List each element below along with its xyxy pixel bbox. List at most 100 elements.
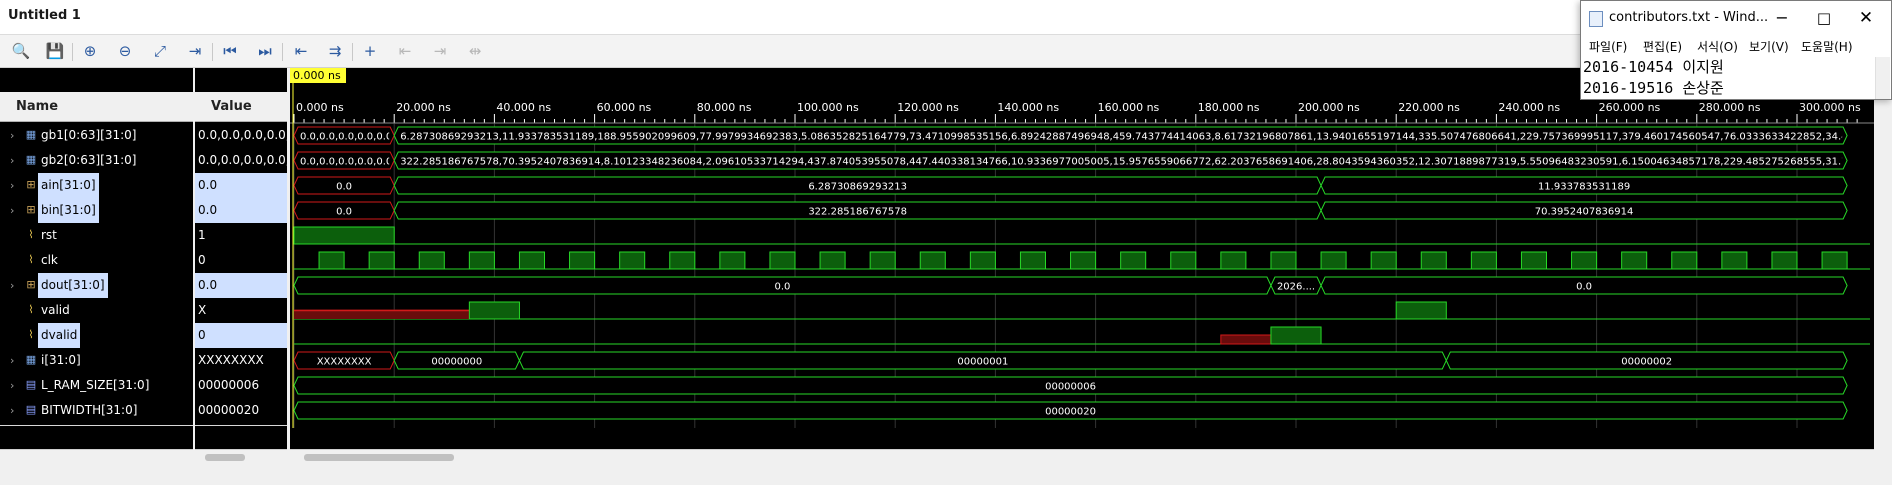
chevron-right-icon[interactable]: › — [10, 173, 14, 198]
value-row[interactable]: 0.0,0.0,0.0,0.0,0.0,0.0,0 — [195, 148, 287, 173]
notepad-menu-item[interactable]: 보기(V) — [1749, 38, 1789, 55]
wave-scroll-thumb[interactable] — [304, 454, 454, 461]
zoom-in-icon: ⊕ — [83, 42, 97, 60]
signal-name[interactable]: i[31:0] — [41, 348, 81, 373]
clock-high-pulse — [719, 251, 746, 270]
previous-transition-button[interactable]: ⇤ — [288, 39, 314, 63]
signal-row-bitwidth-31-0[interactable]: › ▤ BITWIDTH[31:0] — [0, 398, 193, 423]
signal-name[interactable]: BITWIDTH[31:0] — [41, 398, 137, 423]
go-to-time-zero-button[interactable]: ⏮ — [217, 39, 243, 63]
save-button[interactable]: 💾 — [42, 39, 68, 63]
values-scroll-thumb[interactable] — [205, 454, 245, 461]
clock-high-pulse — [919, 251, 946, 270]
chevron-right-icon[interactable]: › — [10, 123, 14, 148]
swap-cursors-button[interactable]: ⇹ — [462, 39, 488, 63]
chevron-right-icon[interactable]: › — [10, 348, 14, 373]
bit-high-pulse — [293, 226, 395, 245]
value-row[interactable]: XXXXXXXX — [195, 348, 287, 373]
value-row[interactable]: 00000006 — [195, 373, 287, 398]
bus-value-label: 2026.... — [1277, 282, 1315, 293]
values-horizontal-scrollbar[interactable] — [195, 449, 287, 466]
signal-row-i-31-0[interactable]: › ▦ i[31:0] — [0, 348, 193, 373]
cursor-time-label: 0.000 ns — [293, 69, 341, 82]
notepad-text-area[interactable]: 2016-10454 이지원 2016-19516 손상준 — [1583, 57, 1869, 99]
value-row[interactable]: 0.0 — [195, 198, 287, 223]
value-row[interactable]: 0.0 — [195, 173, 287, 198]
notepad-menu-item[interactable]: 서식(O) — [1697, 38, 1738, 55]
go-to-last-time-button[interactable]: ⏭ — [252, 39, 278, 63]
signal-value: 0.0 — [195, 198, 287, 223]
signal-name[interactable]: gb1[0:63][31:0] — [41, 123, 137, 148]
maximize-icon[interactable]: □ — [1809, 5, 1839, 31]
signal-name[interactable]: dout[31:0] — [38, 273, 108, 298]
signal-row-valid[interactable]: ⌇ valid — [0, 298, 193, 323]
notepad-vertical-scrollbar[interactable] — [1875, 57, 1890, 99]
signal-row-dvalid[interactable]: ⌇ dvalid — [0, 323, 193, 348]
bus-value-label: 70.3952407836914 — [1535, 207, 1634, 218]
signal-row-dout-31-0[interactable]: › ⊞ dout[31:0] — [0, 273, 193, 298]
value-row[interactable]: 1 — [195, 223, 287, 248]
value-row[interactable]: 0 — [195, 323, 287, 348]
signal-bit-icon: ⌇ — [28, 253, 34, 266]
minimize-icon[interactable]: − — [1767, 5, 1797, 31]
wave-horizontal-scrollbar[interactable] — [290, 449, 1874, 466]
array-bus-icon: ▦ — [25, 153, 37, 166]
next-marker-button[interactable]: ⇥ — [427, 39, 453, 63]
chevron-right-icon[interactable]: › — [10, 398, 14, 423]
window-title: Untitled 1 — [8, 8, 81, 23]
signal-name[interactable]: dvalid — [38, 323, 81, 348]
time-tick-label: 160.000 ns — [1098, 101, 1160, 114]
name-column-header[interactable]: Name — [0, 92, 193, 122]
close-icon[interactable]: ✕ — [1851, 5, 1881, 31]
notepad-title-bar[interactable]: contributors.txt - Wind... − □ ✕ — [1581, 1, 1891, 35]
clock-high-pulse — [1821, 251, 1848, 270]
value-column-header[interactable]: Value — [195, 92, 287, 122]
clock-high-pulse — [1571, 251, 1598, 270]
names-horizontal-scrollbar[interactable] — [0, 449, 193, 466]
notepad-menu-item[interactable]: 편집(E) — [1643, 38, 1682, 55]
port-bus-icon: ⊞ — [26, 203, 36, 216]
signal-row-bin-31-0[interactable]: › ⊞ bin[31:0] — [0, 198, 193, 223]
signal-row-gb2-0-63-31-0[interactable]: › ▦ gb2[0:63][31:0] — [0, 148, 193, 173]
waveform-panel[interactable]: 0.000 ns 0.000 ns 20.000 ns 40.000 ns 60.000… — [290, 68, 1874, 466]
chevron-right-icon[interactable]: › — [10, 148, 14, 173]
value-row[interactable]: 00000020 — [195, 398, 287, 423]
signal-name[interactable]: valid — [41, 298, 70, 323]
chevron-right-icon[interactable]: › — [10, 198, 14, 223]
signal-row-clk[interactable]: ⌇ clk — [0, 248, 193, 273]
previous-marker-button[interactable]: ⇤ — [392, 39, 418, 63]
signal-name[interactable]: ain[31:0] — [38, 173, 99, 198]
signal-name[interactable]: L_RAM_SIZE[31:0] — [41, 373, 149, 398]
bus-value-label: 6.28730869293213 — [808, 182, 907, 193]
signal-name[interactable]: rst — [41, 223, 57, 248]
notepad-menu-item[interactable]: 파일(F) — [1589, 38, 1627, 55]
signal-row-rst[interactable]: ⌇ rst — [0, 223, 193, 248]
signal-row-l-ram-size-31-0[interactable]: › ▤ L_RAM_SIZE[31:0] — [0, 373, 193, 398]
chevron-right-icon[interactable]: › — [10, 273, 14, 298]
value-row[interactable]: 0.0 — [195, 273, 287, 298]
value-row[interactable]: 0.0,0.0,0.0,0.0,0.0,0.0,0 — [195, 123, 287, 148]
value-row[interactable]: X — [195, 298, 287, 323]
zoom-out-button[interactable]: ⊖ — [112, 39, 138, 63]
notepad-window[interactable]: contributors.txt - Wind... − □ ✕ 파일(F) 편집… — [1580, 0, 1892, 100]
waveform-canvas[interactable]: 0.000 ns 0.000 ns 20.000 ns 40.000 ns 60.000… — [290, 68, 1874, 465]
signal-name[interactable]: bin[31:0] — [38, 198, 99, 223]
signal-row-ain-31-0[interactable]: › ⊞ ain[31:0] — [0, 173, 193, 198]
value-row[interactable]: 0 — [195, 248, 287, 273]
port-bus-icon: ⊞ — [26, 278, 36, 291]
notepad-menu-item[interactable]: 도움말(H) — [1801, 38, 1853, 55]
clock-high-pulse — [769, 251, 796, 270]
clock-high-pulse — [1220, 251, 1247, 270]
signal-name[interactable]: clk — [41, 248, 58, 273]
save-icon: 💾 — [45, 42, 65, 60]
search-button[interactable]: 🔍 — [8, 39, 34, 63]
go-to-cursor-button[interactable]: ⇥ — [182, 39, 208, 63]
zoom-in-button[interactable]: ⊕ — [77, 39, 103, 63]
signal-name[interactable]: gb2[0:63][31:0] — [41, 148, 137, 173]
chevron-right-icon[interactable]: › — [10, 373, 14, 398]
add-marker-button[interactable]: + — [357, 39, 383, 63]
signal-row-gb1-0-63-31-0[interactable]: › ▦ gb1[0:63][31:0] — [0, 123, 193, 148]
zoom-fit-button[interactable]: ⤢ — [147, 39, 173, 63]
next-transition-button[interactable]: ⇉ — [322, 39, 348, 63]
wave-vertical-scrollbar[interactable] — [1876, 68, 1892, 465]
